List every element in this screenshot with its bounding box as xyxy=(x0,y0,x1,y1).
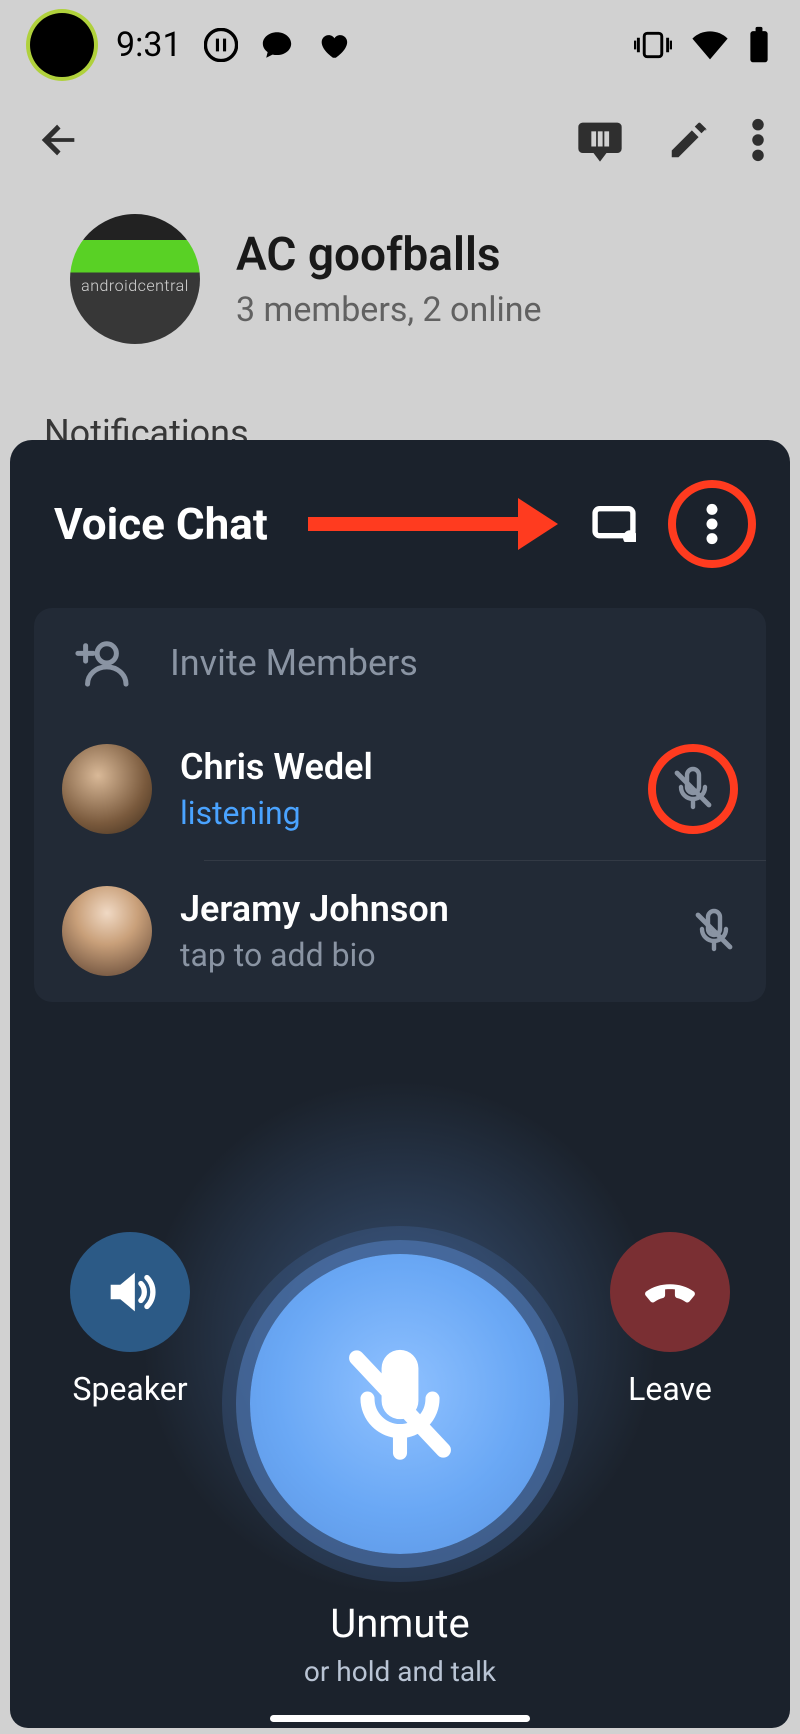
status-bar: 9:31 xyxy=(0,0,800,90)
participants-panel: Invite Members Chris Wedel listening Jer… xyxy=(34,608,766,1002)
participant-name: Chris Wedel xyxy=(180,746,620,788)
unmute-button[interactable] xyxy=(250,1254,550,1554)
speaker-icon xyxy=(101,1263,159,1321)
home-indicator[interactable] xyxy=(270,1715,530,1722)
unmute-label: Unmute xyxy=(330,1600,469,1647)
app-topbar xyxy=(0,90,800,190)
voice-chat-sheet: Voice Chat Invite Members Chris Wedel li… xyxy=(10,440,790,1728)
annotation-circle-mic xyxy=(648,744,738,834)
hangup-icon xyxy=(639,1261,701,1323)
group-avatar: androidcentral xyxy=(70,214,200,344)
invite-members-row[interactable]: Invite Members xyxy=(34,608,766,718)
battery-icon xyxy=(748,26,770,64)
wifi-icon xyxy=(690,29,730,61)
speaker-control: Speaker xyxy=(70,1232,190,1408)
invite-person-icon xyxy=(72,638,130,688)
participant-avatar xyxy=(62,744,152,834)
screen-share-icon[interactable] xyxy=(592,506,636,542)
group-header[interactable]: androidcentral AC goofballs 3 members, 2… xyxy=(0,190,800,384)
voice-chat-controls: Speaker Unmute or hold and talk Leave xyxy=(10,1232,790,1688)
leave-button[interactable] xyxy=(610,1232,730,1352)
heart-icon xyxy=(316,28,350,62)
mic-muted-icon[interactable] xyxy=(690,907,738,955)
speaker-label: Speaker xyxy=(72,1370,187,1408)
mic-muted-large-icon xyxy=(335,1339,465,1469)
annotation-circle-more xyxy=(668,480,756,568)
unmute-control: Unmute or hold and talk xyxy=(250,1232,550,1688)
participant-row[interactable]: Jeramy Johnson tap to add bio xyxy=(34,860,766,1002)
leave-control: Leave xyxy=(610,1232,730,1408)
chat-bubble-icon xyxy=(260,28,294,62)
status-time: 9:31 xyxy=(116,25,182,65)
voice-chat-title: Voice Chat xyxy=(54,498,268,550)
mic-muted-icon[interactable] xyxy=(669,765,717,813)
participant-name: Jeramy Johnson xyxy=(180,888,662,930)
profile-story-ring-icon xyxy=(30,13,94,77)
speaker-button[interactable] xyxy=(70,1232,190,1352)
annotation-arrow-icon xyxy=(288,509,558,539)
participant-row[interactable]: Chris Wedel listening xyxy=(34,718,766,860)
group-subtitle: 3 members, 2 online xyxy=(236,290,542,330)
unmute-sublabel: or hold and talk xyxy=(304,1655,496,1688)
back-arrow-icon[interactable] xyxy=(36,117,82,163)
voice-chat-more-icon[interactable] xyxy=(706,502,718,546)
participant-status: tap to add bio xyxy=(180,936,662,974)
pause-circle-icon xyxy=(204,28,238,62)
leave-label: Leave xyxy=(628,1370,712,1408)
participant-avatar xyxy=(62,886,152,976)
group-title: AC goofballs xyxy=(236,228,542,282)
participant-status: listening xyxy=(180,794,620,832)
voice-chat-header: Voice Chat xyxy=(10,440,790,598)
live-stream-icon[interactable] xyxy=(574,114,626,166)
edit-pencil-icon[interactable] xyxy=(666,117,712,163)
vibrate-icon xyxy=(634,30,672,60)
invite-members-label: Invite Members xyxy=(170,642,418,684)
more-vert-icon[interactable] xyxy=(752,117,764,163)
